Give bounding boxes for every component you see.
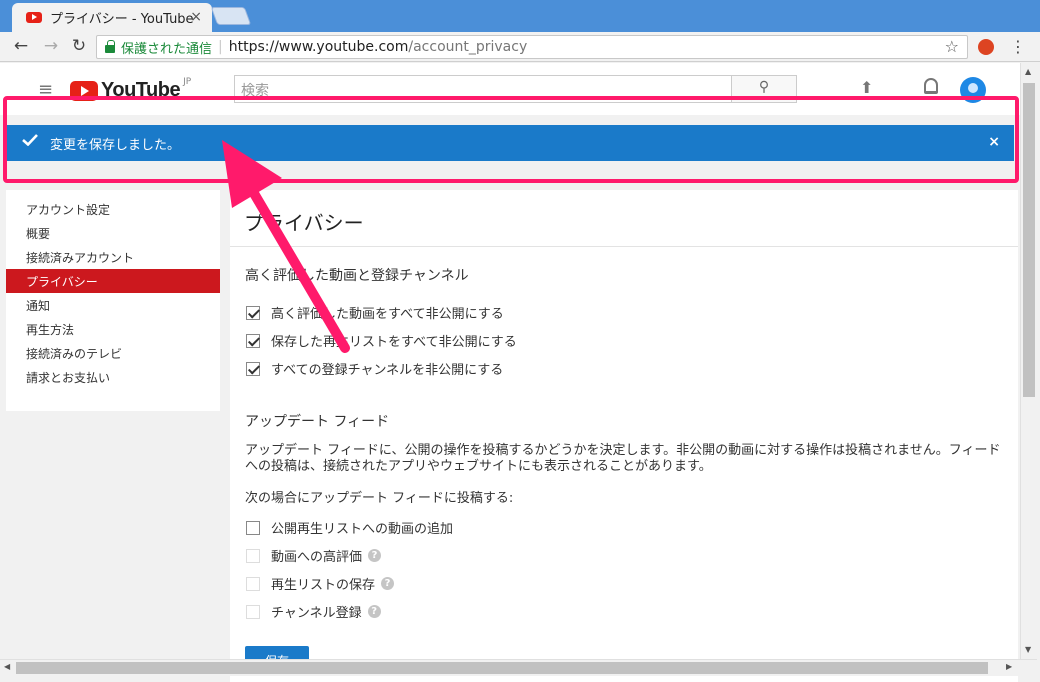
- feed-subscribe-label: チャンネル登録: [271, 606, 362, 621]
- upload-icon[interactable]: ⬆: [860, 78, 873, 97]
- browser-titlebar: プライバシー - YouTube ×: [0, 0, 1040, 32]
- feed-subscribe-option[interactable]: チャンネル登録 ?: [246, 602, 381, 621]
- sidebar-item-notifications[interactable]: 通知: [6, 293, 220, 317]
- sidebar-item-overview[interactable]: 概要: [6, 221, 220, 245]
- browser-menu-icon[interactable]: ⋮: [1010, 37, 1026, 56]
- feed-like-option[interactable]: 動画への高評価 ?: [246, 546, 382, 565]
- private-likes-label: 高く評価した動画をすべて非公開にする: [271, 307, 504, 322]
- new-tab-button[interactable]: [210, 7, 252, 25]
- reload-icon[interactable]: ↻: [68, 36, 90, 56]
- scroll-right-icon[interactable]: ▶: [1006, 662, 1012, 671]
- sidebar-item-playback[interactable]: 再生方法: [6, 317, 220, 341]
- sidebar-item-billing[interactable]: 請求とお支払い: [6, 365, 220, 389]
- scroll-up-icon[interactable]: ▲: [1025, 67, 1031, 76]
- feed-playlist-add-label: 公開再生リストへの動画の追加: [271, 522, 454, 537]
- page-title: プライバシー: [244, 211, 364, 235]
- scroll-left-icon[interactable]: ◀: [4, 662, 10, 671]
- feed-save-playlist-label: 再生リストの保存: [271, 578, 376, 593]
- vertical-scrollbar[interactable]: ▲ ▼: [1020, 63, 1037, 659]
- tab-title: プライバシー - YouTube: [50, 12, 194, 27]
- help-icon[interactable]: ?: [368, 549, 382, 562]
- url-host: https://www.youtube.com: [228, 39, 409, 55]
- private-subscriptions-label: すべての登録チャンネルを非公開にする: [271, 363, 504, 378]
- activity-feed-subtitle: 次の場合にアップデート フィードに投稿する:: [245, 491, 514, 506]
- activity-feed-description: アップデート フィードに、公開の操作を投稿するかどうかを決定します。非公開の動画…: [245, 443, 1001, 474]
- browser-tab[interactable]: プライバシー - YouTube ×: [12, 3, 212, 32]
- vertical-scroll-thumb[interactable]: [1023, 83, 1035, 397]
- private-likes-checkbox[interactable]: [246, 305, 260, 320]
- notifications-bell-icon[interactable]: [924, 78, 938, 94]
- help-icon[interactable]: ?: [367, 605, 381, 618]
- logo-region: JP: [183, 76, 192, 87]
- private-playlists-option[interactable]: 保存した再生リストをすべて非公開にする: [246, 331, 517, 350]
- feed-playlist-add-checkbox[interactable]: [246, 520, 260, 535]
- sidebar-item-connected-tvs[interactable]: 接続済みのテレビ: [6, 341, 220, 365]
- feed-save-playlist-checkbox[interactable]: [246, 576, 260, 591]
- address-bar[interactable]: 保護された通信 | https://www.youtube.com/accoun…: [96, 35, 968, 59]
- tab-close-icon[interactable]: ×: [190, 9, 202, 25]
- sidebar-item-account-settings[interactable]: アカウント設定: [6, 197, 220, 221]
- section-activity-feed-title: アップデート フィード: [245, 414, 390, 430]
- sidebar-item-connected-accounts[interactable]: 接続済みアカウント: [6, 245, 220, 269]
- help-icon[interactable]: ?: [381, 577, 395, 590]
- private-likes-option[interactable]: 高く評価した動画をすべて非公開にする: [246, 303, 504, 322]
- scroll-down-icon[interactable]: ▼: [1025, 645, 1031, 654]
- url-path: /account_privacy: [408, 39, 528, 55]
- feed-save-playlist-option[interactable]: 再生リストの保存 ?: [246, 574, 395, 593]
- feed-subscribe-checkbox[interactable]: [246, 604, 260, 619]
- lock-icon: [105, 40, 115, 53]
- private-subscriptions-option[interactable]: すべての登録チャンネルを非公開にする: [246, 359, 503, 378]
- search-icon: ⚲: [758, 79, 770, 95]
- private-playlists-checkbox[interactable]: [246, 333, 260, 348]
- private-subscriptions-checkbox[interactable]: [246, 361, 260, 376]
- section-likes-subscriptions-title: 高く評価した動画と登録チャンネル: [245, 268, 469, 284]
- settings-sidebar: アカウント設定 概要 接続済みアカウント プライバシー 通知 再生方法 接続済み…: [6, 190, 220, 411]
- back-icon[interactable]: ←: [10, 36, 32, 56]
- bookmark-star-icon[interactable]: ☆: [945, 37, 959, 56]
- title-divider: [230, 246, 1018, 247]
- feed-like-label: 動画への高評価: [271, 550, 363, 565]
- horizontal-scrollbar[interactable]: ◀ ▶: [0, 659, 1037, 676]
- secure-label: 保護された通信: [121, 41, 213, 57]
- extension-icon[interactable]: [978, 39, 994, 55]
- private-playlists-label: 保存した再生リストをすべて非公開にする: [271, 335, 517, 350]
- privacy-panel: プライバシー 高く評価した動画と登録チャンネル 高く評価した動画をすべて非公開に…: [230, 190, 1018, 682]
- browser-toolbar: ← → ↻ 保護された通信 | https://www.youtube.com /…: [0, 32, 1040, 62]
- forward-icon[interactable]: →: [40, 36, 62, 56]
- feed-like-checkbox[interactable]: [246, 548, 260, 563]
- annotation-highlight-box: [3, 96, 1019, 183]
- horizontal-scroll-thumb[interactable]: [16, 662, 988, 674]
- omnibox-divider: |: [218, 39, 223, 55]
- youtube-favicon-icon: [26, 12, 42, 23]
- sidebar-item-privacy[interactable]: プライバシー: [6, 269, 220, 293]
- feed-playlist-add-option[interactable]: 公開再生リストへの動画の追加: [246, 518, 453, 537]
